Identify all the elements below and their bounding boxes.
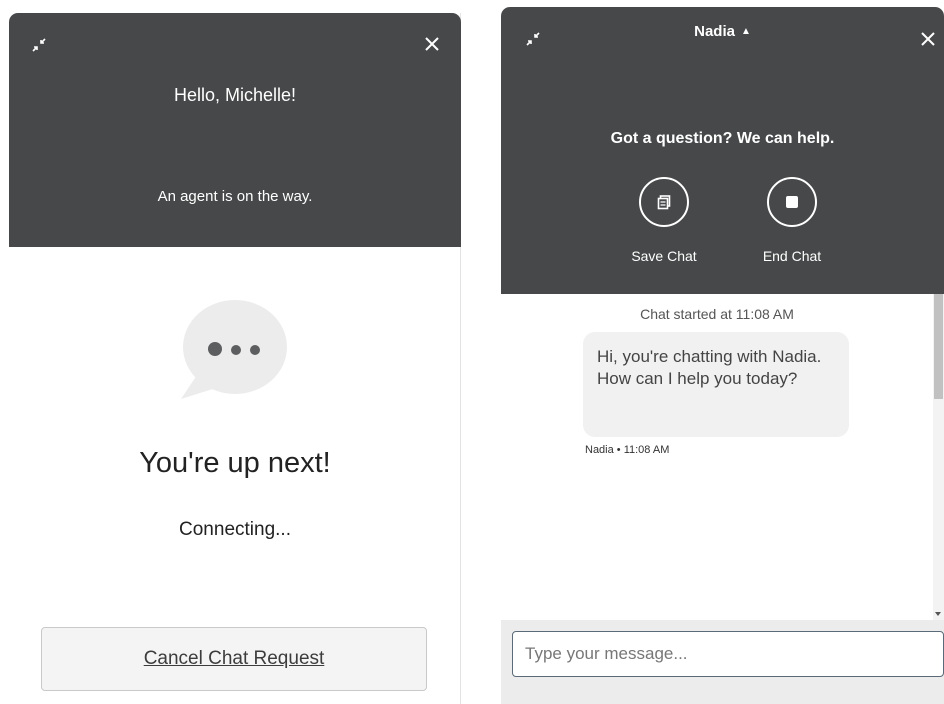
message-input[interactable] [512,631,944,677]
end-chat-button[interactable]: End Chat [747,177,837,264]
waiting-panel: Hello, Michelle! An agent is on the way.… [9,13,461,704]
save-chat-icon [639,177,689,227]
agent-name-toggle[interactable]: Nadia ▲ [501,23,944,40]
typing-bubble-icon [179,299,289,403]
message-meta: Nadia • 11:08 AM [585,444,670,456]
cancel-chat-request-button[interactable]: Cancel Chat Request [41,627,427,691]
end-chat-label: End Chat [762,248,822,264]
agent-status-text: An agent is on the way. [157,188,313,205]
queue-subtitle: Connecting... [179,519,291,540]
chat-header: Nadia ▲ Got a question? We can help. Save… [501,7,944,294]
waiting-header: Hello, Michelle! An agent is on the way. [9,13,461,247]
chat-started-text: Chat started at 11:08 AM [640,306,794,322]
close-icon[interactable] [915,26,941,52]
agent-name: Nadia [694,23,735,40]
help-text: Got a question? We can help. [610,130,835,147]
queue-title: You're up next! [139,447,331,479]
agent-message-bubble: Hi, you're chatting with Nadia. How can … [583,332,849,437]
save-chat-button[interactable]: Save Chat [619,177,709,264]
composer-area [501,620,944,704]
greeting-text: Hello, Michelle! [173,85,297,105]
chat-transcript[interactable]: Chat started at 11:08 AM Hi, you're chat… [501,294,933,620]
scrollbar-thumb[interactable] [934,294,943,399]
save-chat-label: Save Chat [631,248,697,264]
transcript-scrollbar[interactable] [933,294,944,620]
close-icon[interactable] [419,31,445,57]
caret-up-icon: ▲ [740,26,751,37]
minimize-icon[interactable] [27,33,51,57]
scroll-down-arrow-icon[interactable] [935,612,941,616]
end-chat-icon [767,177,817,227]
chat-panel: Nadia ▲ Got a question? We can help. Save… [501,7,944,704]
